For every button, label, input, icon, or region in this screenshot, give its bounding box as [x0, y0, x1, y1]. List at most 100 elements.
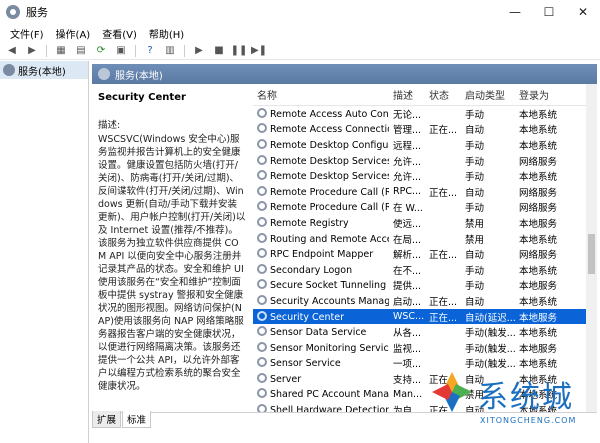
service-name-text: Remote Desktop Services ...	[270, 171, 389, 183]
service-name-text: Remote Desktop Configur...	[270, 139, 389, 151]
service-name-text: Secure Socket Tunneling P...	[270, 280, 389, 292]
tab-extended[interactable]: 扩展	[92, 411, 122, 428]
service-status-cell: 正在...	[429, 312, 458, 324]
service-description-cell: WSC...	[393, 311, 425, 323]
menu-view[interactable]: 查看(V)	[96, 26, 143, 41]
service-description-cell: 允许...	[393, 172, 422, 184]
service-startup-type-cell: 手动(触发...	[465, 328, 515, 340]
table-row[interactable]: Sensor Data Service 从各... 手动(触发... 本地系统	[253, 324, 597, 340]
service-name-cell: Remote Desktop Services ...	[253, 170, 389, 182]
services-app-icon	[6, 5, 20, 19]
service-log-on-as-cell: 本地服务	[519, 343, 558, 355]
service-startup-type-cell: 禁用	[465, 218, 485, 230]
table-row[interactable]: Secure Socket Tunneling P... 提供... 手动 本地服务	[253, 278, 597, 294]
toolbar-divider	[46, 44, 47, 57]
table-row[interactable]: Remote Procedure Call (R... 在 W... 手动 网络服务	[253, 200, 597, 216]
service-gear-icon	[257, 123, 267, 134]
service-log-on-as-cell: 网络服务	[519, 187, 558, 199]
menu-help[interactable]: 帮助(H)	[143, 26, 190, 41]
table-row[interactable]: RPC Endpoint Mapper 解析... 正在... 自动 网络服务	[253, 246, 597, 262]
service-name-cell: Security Center	[253, 310, 389, 323]
close-button[interactable]: ✕	[566, 0, 600, 24]
vertical-scrollbar[interactable]	[586, 84, 597, 412]
service-log-on-as-cell: 本地服务	[519, 312, 558, 324]
service-description-cell: 监视...	[393, 343, 422, 355]
tab-standard[interactable]: 标准	[122, 411, 152, 428]
service-description-cell: 管理...	[393, 125, 422, 137]
service-name-cell: Security Accounts Manager	[253, 294, 389, 307]
service-name-cell: Secondary Logon	[253, 263, 389, 276]
services-icon	[3, 64, 15, 76]
service-gear-icon	[257, 279, 267, 290]
table-row[interactable]: Remote Procedure Call (R... RPC... 正在... 自动…	[253, 184, 597, 200]
service-startup-type-cell: 手动	[465, 140, 485, 152]
service-name-cell: Shared PC Account Manager	[253, 388, 389, 400]
service-name-text: Remote Desktop Services	[270, 155, 389, 167]
service-startup-type-cell: 手动	[465, 156, 485, 168]
description-label: 描述:	[98, 120, 121, 131]
refresh-icon[interactable]: ⟳	[93, 44, 109, 58]
service-gear-icon	[257, 263, 267, 274]
service-log-on-as-cell: 本地系统	[519, 140, 558, 152]
play-icon[interactable]: ▶	[191, 44, 207, 58]
service-gear-icon	[257, 154, 267, 165]
tree-item-services-local[interactable]: 服务(本地)	[0, 61, 88, 79]
service-gear-icon	[257, 248, 267, 259]
column-header-log-on-as[interactable]: 登录为	[515, 87, 567, 102]
service-name-cell: RPC Endpoint Mapper	[253, 248, 389, 260]
stop-icon[interactable]: ■	[211, 44, 227, 58]
service-log-on-as-cell: 本地系统	[519, 265, 558, 277]
table-row[interactable]: Sensor Monitoring Service 监视... 手动(触发... 本地…	[253, 340, 597, 356]
service-gear-icon	[257, 326, 267, 337]
toolbar-divider	[135, 44, 136, 57]
table-row[interactable]: Remote Access Auto Conn... 无论... 手动 本地系统	[253, 106, 597, 122]
table-row[interactable]: Security Center WSC... 正在... 自动(延迟... 本地服务	[253, 308, 597, 325]
menu-file[interactable]: 文件(F)	[4, 26, 50, 41]
table-row[interactable]: Remote Desktop Configur... 远程... 手动 本地系统	[253, 137, 597, 153]
service-name-text: Shared PC Account Manager	[270, 389, 389, 401]
table-row[interactable]: Remote Access Connectio... 管理... 正在... 自动 本地…	[253, 122, 597, 138]
service-status-cell: 正在...	[429, 187, 458, 199]
table-row[interactable]: Routing and Remote Access 在局... 禁用 本地系统	[253, 231, 597, 247]
back-arrow-icon[interactable]: ◀	[4, 44, 20, 58]
table-row[interactable]: Remote Desktop Services 允许... 手动 网络服务	[253, 153, 597, 169]
description-text: WSCSVC(Windows 安全中心)服务监视并报告计算机上的安全健康设置。健…	[98, 134, 246, 392]
table-row[interactable]: Secondary Logon 在不... 手动 本地系统	[253, 262, 597, 278]
service-log-on-as-cell: 本地系统	[519, 296, 558, 308]
help-icon[interactable]: ?	[142, 44, 158, 58]
services-list: 名称 描述 状态 启动类型 登录为 Remote Access Auto Con…	[253, 84, 597, 412]
service-status-cell: 正在...	[429, 125, 458, 137]
column-header-startup-type[interactable]: 启动类型	[461, 87, 515, 102]
pause-icon[interactable]: ❚❚	[231, 44, 248, 58]
menu-action[interactable]: 操作(A)	[50, 26, 97, 41]
column-header-status[interactable]: 状态	[425, 87, 461, 102]
console-tree-icon[interactable]: ▦	[53, 44, 69, 58]
maximize-button[interactable]: ☐	[532, 0, 566, 24]
service-gear-icon	[257, 357, 267, 368]
service-description-cell: 远程...	[393, 140, 422, 152]
panel-header: 服务(本地)	[92, 64, 597, 84]
export-icon[interactable]: ▣	[113, 44, 129, 58]
restart-icon[interactable]: ▶❚	[251, 44, 267, 58]
properties-icon[interactable]: ▤	[73, 44, 89, 58]
service-startup-type-cell: 自动	[465, 187, 485, 199]
service-name-text: RPC Endpoint Mapper	[270, 249, 374, 261]
service-name-text: Sensor Data Service	[270, 327, 367, 339]
service-status-cell: 正在...	[429, 250, 458, 262]
service-description-cell: 在不...	[393, 265, 422, 277]
service-gear-icon	[257, 388, 267, 399]
table-row[interactable]: Remote Desktop Services ... 允许... 手动 本地系统	[253, 168, 597, 184]
column-header-description[interactable]: 描述	[389, 87, 425, 102]
toolbar-panel-icon[interactable]: ▥	[162, 44, 178, 58]
table-row[interactable]: Security Accounts Manager 启动... 正在... 自动 本地系…	[253, 293, 597, 309]
forward-arrow-icon[interactable]: ▶	[24, 44, 40, 58]
service-startup-type-cell: 手动	[465, 281, 485, 293]
scrollbar-thumb[interactable]	[588, 234, 595, 274]
minimize-button[interactable]: —	[498, 0, 532, 24]
table-row[interactable]: Remote Registry 使远... 禁用 本地服务	[253, 215, 597, 231]
service-name-text: Remote Access Connectio...	[270, 124, 389, 136]
column-header-name[interactable]: 名称	[253, 87, 389, 102]
list-header: 名称 描述 状态 启动类型 登录为	[253, 84, 597, 106]
toolbar-divider	[184, 44, 185, 57]
service-status-cell: 正在...	[429, 296, 458, 308]
